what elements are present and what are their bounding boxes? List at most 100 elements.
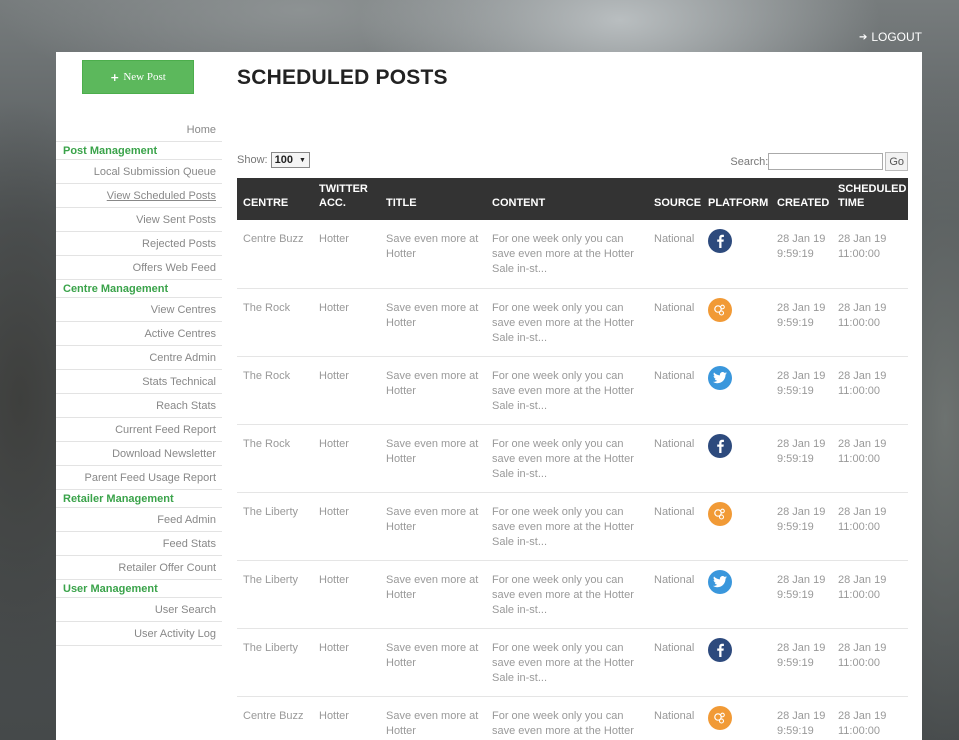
sidebar-item-feed-stats[interactable]: Feed Stats bbox=[56, 532, 222, 556]
column-header-scheduled-time[interactable]: SCHEDULED TIME bbox=[832, 178, 908, 220]
facebook-icon bbox=[708, 229, 732, 253]
sidebar: + New Post Home Post Management Local Subm… bbox=[56, 52, 222, 740]
sidebar-item-active-centres[interactable]: Active Centres bbox=[56, 322, 222, 346]
column-header-title[interactable]: TITLE bbox=[380, 178, 486, 220]
table-row[interactable]: Centre Buzz Hotter Save even more at Hotte… bbox=[237, 220, 908, 289]
cell-title: Save even more at Hotter bbox=[380, 356, 486, 425]
cell-title: Save even more at Hotter bbox=[380, 288, 486, 357]
cell-title: Save even more at Hotter bbox=[380, 696, 486, 740]
cell-twitter: Hotter bbox=[313, 628, 380, 697]
search-box: Search: Go bbox=[730, 152, 908, 171]
sidebar-item-centre-admin[interactable]: Centre Admin bbox=[56, 346, 222, 370]
cell-content: For one week only you can save even more… bbox=[486, 696, 648, 740]
cell-title: Save even more at Hotter bbox=[380, 560, 486, 629]
cell-twitter: Hotter bbox=[313, 560, 380, 629]
column-header-created[interactable]: CREATED bbox=[771, 178, 832, 220]
cell-content: For one week only you can save even more… bbox=[486, 424, 648, 493]
cell-created: 28 Jan 19 9:59:19 bbox=[771, 560, 832, 629]
cell-twitter: Hotter bbox=[313, 492, 380, 561]
cell-content: For one week only you can save even more… bbox=[486, 560, 648, 629]
cell-content: For one week only you can save even more… bbox=[486, 628, 648, 697]
cell-source: National bbox=[648, 492, 702, 561]
cell-centre: Centre Buzz bbox=[237, 696, 313, 740]
cell-centre: The Rock bbox=[237, 424, 313, 493]
cell-scheduled: 28 Jan 19 11:00:00 bbox=[832, 424, 908, 493]
sidebar-item-current-feed-report[interactable]: Current Feed Report bbox=[56, 418, 222, 442]
cell-centre: Centre Buzz bbox=[237, 220, 313, 289]
sidebar-item-stats-technical[interactable]: Stats Technical bbox=[56, 370, 222, 394]
sidebar-item-local-submission-queue[interactable]: Local Submission Queue bbox=[56, 160, 222, 184]
cell-created: 28 Jan 19 9:59:19 bbox=[771, 492, 832, 561]
cell-scheduled: 28 Jan 19 11:00:00 bbox=[832, 492, 908, 561]
table-row[interactable]: The Liberty Hotter Save even more at Hotte… bbox=[237, 560, 908, 629]
column-header-source[interactable]: SOURCE bbox=[648, 178, 702, 220]
sidebar-item-retailer-offer-count[interactable]: Retailer Offer Count bbox=[56, 556, 222, 580]
cell-twitter: Hotter bbox=[313, 288, 380, 357]
sidebar-item-reach-stats[interactable]: Reach Stats bbox=[56, 394, 222, 418]
cell-platform bbox=[702, 288, 771, 357]
cell-twitter: Hotter bbox=[313, 220, 380, 289]
cell-title: Save even more at Hotter bbox=[380, 628, 486, 697]
column-header-platform[interactable]: PLATFORM bbox=[702, 178, 771, 220]
show-entries: Show: 100 ▼ bbox=[237, 152, 310, 168]
cell-scheduled: 28 Jan 19 11:00:00 bbox=[832, 356, 908, 425]
sidebar-item-view-sent-posts[interactable]: View Sent Posts bbox=[56, 208, 222, 232]
facebook-icon bbox=[708, 637, 732, 662]
twitter-icon bbox=[708, 365, 732, 390]
sidebar-item-download-newsletter[interactable]: Download Newsletter bbox=[56, 442, 222, 466]
cell-scheduled: 28 Jan 19 11:00:00 bbox=[832, 560, 908, 629]
twitter-icon bbox=[708, 569, 732, 594]
cell-content: For one week only you can save even more… bbox=[486, 288, 648, 357]
table-header-row: CENTRE TWITTER ACC. TITLE CONTENT SOURCE… bbox=[237, 178, 908, 220]
sidebar-item-rejected-posts[interactable]: Rejected Posts bbox=[56, 232, 222, 256]
cell-content: For one week only you can save even more… bbox=[486, 492, 648, 561]
sidebar-heading-centre-management: Centre Management bbox=[56, 280, 222, 298]
cell-content: For one week only you can save even more… bbox=[486, 356, 648, 425]
feed-icon bbox=[708, 501, 732, 526]
column-header-content[interactable]: CONTENT bbox=[486, 178, 648, 220]
sidebar-item-view-centres[interactable]: View Centres bbox=[56, 298, 222, 322]
cell-scheduled: 28 Jan 19 11:00:00 bbox=[832, 288, 908, 357]
table-row[interactable]: The Rock Hotter Save even more at Hotter Fo… bbox=[237, 288, 908, 357]
cell-source: National bbox=[648, 424, 702, 493]
cell-created: 28 Jan 19 9:59:19 bbox=[771, 220, 832, 289]
column-header-centre[interactable]: CENTRE bbox=[237, 178, 313, 220]
table-row[interactable]: The Rock Hotter Save even more at Hotter Fo… bbox=[237, 424, 908, 493]
sidebar-item-view-scheduled-posts[interactable]: View Scheduled Posts bbox=[56, 184, 222, 208]
sidebar-item-offers-web-feed[interactable]: Offers Web Feed bbox=[56, 256, 222, 280]
cell-platform bbox=[702, 356, 771, 425]
sidebar-item-user-activity-log[interactable]: User Activity Log bbox=[56, 622, 222, 646]
sidebar-nav: Home Post Management Local Submission Queu… bbox=[56, 118, 222, 646]
cell-centre: The Liberty bbox=[237, 628, 313, 697]
cell-scheduled: 28 Jan 19 11:00:00 bbox=[832, 220, 908, 289]
cell-title: Save even more at Hotter bbox=[380, 424, 486, 493]
column-header-twitter-acc[interactable]: TWITTER ACC. bbox=[313, 178, 380, 220]
show-entries-select[interactable]: 100 ▼ bbox=[270, 152, 310, 168]
sidebar-item-feed-admin[interactable]: Feed Admin bbox=[56, 508, 222, 532]
sidebar-heading-user-management: User Management bbox=[56, 580, 222, 598]
sidebar-item-parent-feed-usage-report[interactable]: Parent Feed Usage Report bbox=[56, 466, 222, 490]
go-button[interactable]: Go bbox=[885, 152, 908, 171]
table-row[interactable]: The Liberty Hotter Save even more at Hotte… bbox=[237, 492, 908, 561]
sign-out-icon: ➔ bbox=[858, 31, 868, 43]
show-value: 100 bbox=[274, 154, 293, 166]
cell-source: National bbox=[648, 288, 702, 357]
table-row[interactable]: The Liberty Hotter Save even more at Hotte… bbox=[237, 628, 908, 697]
cell-twitter: Hotter bbox=[313, 696, 380, 740]
feed-icon bbox=[708, 705, 732, 730]
cell-platform bbox=[702, 628, 771, 697]
table-row[interactable]: Centre Buzz Hotter Save even more at Hotte… bbox=[237, 696, 908, 740]
cell-platform bbox=[702, 696, 771, 740]
main-content: SCHEDULED POSTS Show: 100 ▼ Search: Go C… bbox=[229, 52, 922, 740]
logout-link[interactable]: ➔ LOGOUT bbox=[859, 30, 922, 44]
table-row[interactable]: The Rock Hotter Save even more at Hotter Fo… bbox=[237, 356, 908, 425]
sidebar-item-user-search[interactable]: User Search bbox=[56, 598, 222, 622]
sidebar-heading-retailer-management: Retailer Management bbox=[56, 490, 222, 508]
cell-created: 28 Jan 19 9:59:19 bbox=[771, 424, 832, 493]
cell-platform bbox=[702, 492, 771, 561]
search-input[interactable] bbox=[768, 153, 884, 170]
sidebar-item-home[interactable]: Home bbox=[56, 118, 222, 142]
new-post-button[interactable]: + New Post bbox=[82, 60, 194, 94]
cell-created: 28 Jan 19 9:59:19 bbox=[771, 288, 832, 357]
cell-content: For one week only you can save even more… bbox=[486, 220, 648, 289]
